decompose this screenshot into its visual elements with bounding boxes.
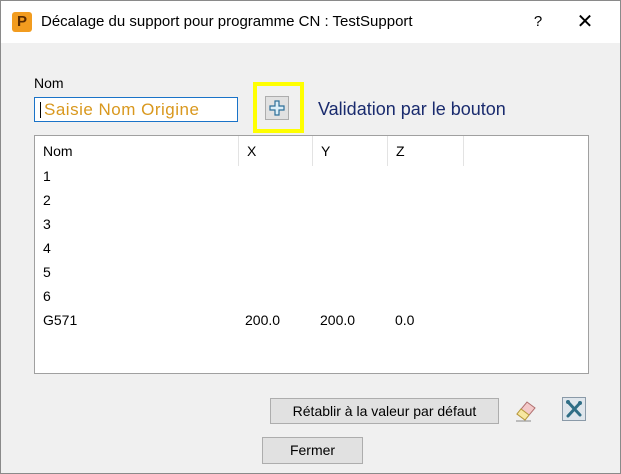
app-logo-icon: P [12,12,32,32]
add-origin-button[interactable] [265,96,289,120]
cell-x: 200.0 [245,312,281,328]
close-dialog-button[interactable]: Fermer [262,437,363,464]
text-caret [40,102,41,118]
origins-table: Nom X Y Z 1 2 3 4 5 6 G571 200.0 200.0 0… [34,135,589,374]
cell-name: 4 [43,240,51,256]
cell-y: 200.0 [320,312,356,328]
name-input-value: Saisie Nom Origine [44,100,200,119]
cell-name: 1 [43,168,51,184]
table-row[interactable]: 6 [35,284,588,308]
table-row[interactable]: 1 [35,164,588,188]
table-row[interactable]: 4 [35,236,588,260]
cell-name: 3 [43,216,51,232]
cell-z: 0.0 [395,312,415,328]
column-header-name[interactable]: Nom [35,136,239,166]
cell-name: 5 [43,264,51,280]
tool-x-button[interactable] [562,397,586,421]
reset-default-button[interactable]: Rétablir à la valeur par défaut [270,398,499,424]
window-title: Décalage du support pour programme CN : … [41,13,413,30]
table-row[interactable]: 3 [35,212,588,236]
close-icon[interactable]: ✕ [574,11,596,33]
app-logo-letter: P [16,13,27,30]
name-input[interactable]: Saisie Nom Origine [34,97,238,122]
cell-name: 2 [43,192,51,208]
add-origin-icon [269,100,285,116]
title-bar[interactable]: P Décalage du support pour programme CN … [1,1,620,43]
cell-name: 6 [43,288,51,304]
column-header-x[interactable]: X [239,136,313,166]
cell-name: G571 [43,312,78,328]
table-row[interactable]: 5 [35,260,588,284]
column-header-y[interactable]: Y [313,136,388,166]
table-row[interactable]: G571 200.0 200.0 0.0 [35,308,588,332]
eraser-icon[interactable] [513,397,539,423]
dialog-window: P Décalage du support pour programme CN … [0,0,621,474]
validation-hint: Validation par le bouton [318,99,506,119]
column-header-z[interactable]: Z [388,136,464,166]
table-row[interactable]: 2 [35,188,588,212]
name-label: Nom [34,75,64,91]
help-button[interactable]: ? [527,11,549,33]
tool-x-icon [566,400,582,418]
